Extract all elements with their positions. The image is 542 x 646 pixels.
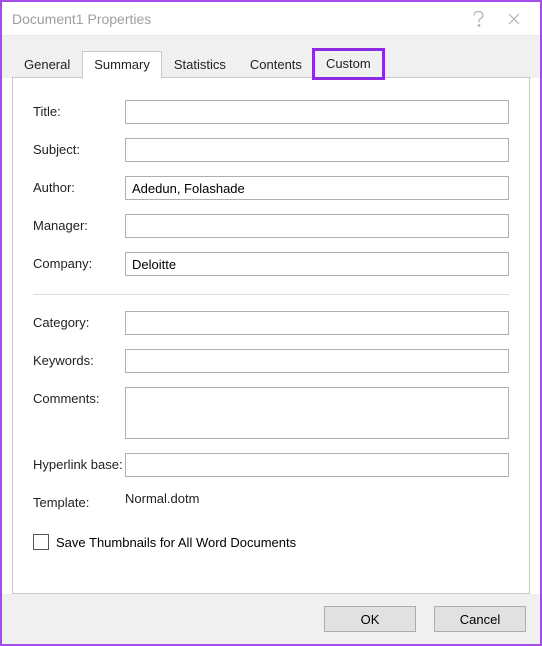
tab-custom[interactable]: Custom	[314, 50, 383, 78]
help-button[interactable]	[460, 5, 496, 33]
row-template: Template: Normal.dotm	[33, 491, 509, 510]
label-author: Author:	[33, 176, 125, 195]
close-button[interactable]	[496, 5, 532, 33]
dialog-button-row: OK Cancel	[2, 594, 540, 644]
input-author[interactable]	[125, 176, 509, 200]
tab-contents[interactable]: Contents	[238, 51, 314, 78]
input-title[interactable]	[125, 100, 509, 124]
row-author: Author:	[33, 176, 509, 200]
input-comments[interactable]	[125, 387, 509, 439]
tab-general[interactable]: General	[12, 51, 82, 78]
checkbox-save-thumbnails-label: Save Thumbnails for All Word Documents	[56, 535, 296, 550]
label-title: Title:	[33, 100, 125, 119]
input-keywords[interactable]	[125, 349, 509, 373]
tab-summary[interactable]: Summary	[82, 51, 162, 79]
row-title: Title:	[33, 100, 509, 124]
row-company: Company:	[33, 252, 509, 276]
label-template: Template:	[33, 491, 125, 510]
label-keywords: Keywords:	[33, 349, 125, 368]
input-subject[interactable]	[125, 138, 509, 162]
checkbox-box-icon[interactable]	[33, 534, 49, 550]
label-category: Category:	[33, 311, 125, 330]
row-manager: Manager:	[33, 214, 509, 238]
cancel-button[interactable]: Cancel	[434, 606, 526, 632]
input-company[interactable]	[125, 252, 509, 276]
titlebar: Document1 Properties	[2, 2, 540, 36]
row-hyperlink-base: Hyperlink base:	[33, 453, 509, 477]
row-subject: Subject:	[33, 138, 509, 162]
ok-button[interactable]: OK	[324, 606, 416, 632]
checkbox-save-thumbnails-row[interactable]: Save Thumbnails for All Word Documents	[33, 534, 509, 550]
label-company: Company:	[33, 252, 125, 271]
input-category[interactable]	[125, 311, 509, 335]
label-subject: Subject:	[33, 138, 125, 157]
row-category: Category:	[33, 311, 509, 335]
row-comments: Comments:	[33, 387, 509, 439]
row-keywords: Keywords:	[33, 349, 509, 373]
dialog-window: Document1 Properties General Summary Sta…	[0, 0, 542, 646]
input-manager[interactable]	[125, 214, 509, 238]
input-hyperlink-base[interactable]	[125, 453, 509, 477]
divider	[33, 294, 509, 295]
tab-row: General Summary Statistics Contents Cust…	[2, 36, 540, 78]
label-comments: Comments:	[33, 387, 125, 406]
window-title: Document1 Properties	[12, 11, 460, 27]
tab-content: Title: Subject: Author: Manager: Company…	[12, 78, 530, 594]
value-template: Normal.dotm	[125, 491, 199, 506]
label-hyperlink-base: Hyperlink base:	[33, 453, 125, 472]
label-manager: Manager:	[33, 214, 125, 233]
tab-statistics[interactable]: Statistics	[162, 51, 238, 78]
